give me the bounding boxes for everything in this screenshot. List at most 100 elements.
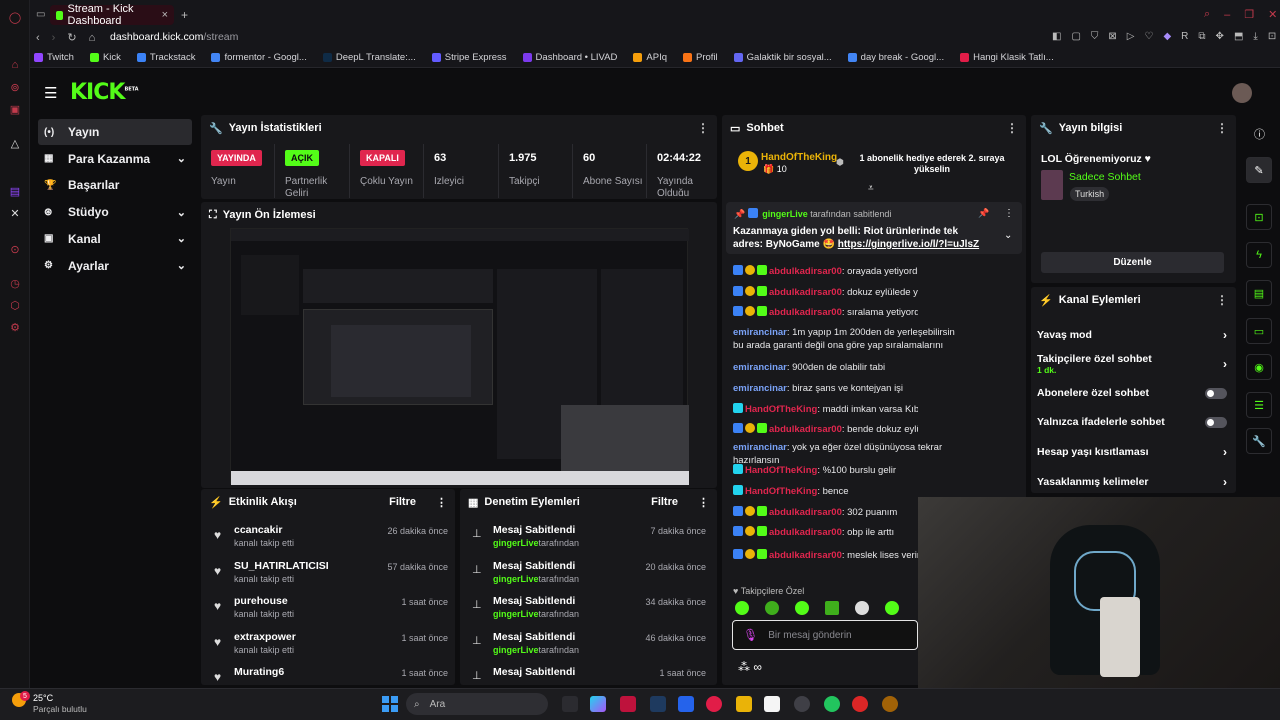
toggle-switch[interactable]: [1205, 387, 1227, 399]
sidebar-home-icon[interactable]: ⌂: [0, 54, 30, 76]
unpin-icon[interactable]: 📌: [978, 208, 989, 219]
emote-5-icon[interactable]: [855, 601, 869, 615]
forward-icon[interactable]: ›: [52, 32, 56, 44]
kick-logo[interactable]: KICKBETA: [70, 80, 139, 105]
bookmark-item[interactable]: Stripe Express: [431, 52, 507, 63]
sidebar-cube-icon[interactable]: ⬡: [0, 294, 30, 316]
heart-icon[interactable]: ♡: [1145, 31, 1154, 42]
channel-actions-menu-icon[interactable]: ⋮: [1216, 293, 1228, 307]
bookmark-item[interactable]: Twitch: [34, 52, 74, 63]
tab-close-icon[interactable]: ×: [162, 9, 168, 21]
rail-preview-icon[interactable]: ⊡: [1246, 204, 1272, 230]
sidebar-clock-icon[interactable]: ◷: [0, 272, 30, 294]
bookmark-item[interactable]: Kick: [89, 52, 121, 63]
sidebar-arrow-icon[interactable]: △: [0, 132, 30, 154]
opera-logo-icon[interactable]: ◯: [0, 6, 30, 28]
channel-action-item[interactable]: Abonelere özel sohbet: [1037, 387, 1227, 399]
extension-2-icon[interactable]: ⧉: [1198, 31, 1205, 42]
pinned-menu-icon[interactable]: ⋮: [1004, 208, 1014, 219]
chat-username[interactable]: abdulkadirsar00: [769, 507, 842, 518]
sidebar-item-1[interactable]: ▦ Para Kazanma ⌄: [38, 146, 192, 172]
channel-action-item[interactable]: Yasaklanmış kelimeler ›: [1037, 475, 1227, 489]
wallet-icon[interactable]: ⊠: [1108, 31, 1116, 42]
channel-action-item[interactable]: Takipçilere özel sohbet 1 dk. ›: [1037, 353, 1227, 375]
stats-menu-icon[interactable]: ⋮: [697, 121, 709, 135]
activity-item[interactable]: ♥ ccancakir kanalı takip etti 26 dakika önc…: [214, 524, 454, 558]
play-icon[interactable]: ▷: [1127, 31, 1135, 42]
r-app-icon[interactable]: [764, 696, 780, 712]
sidebar-camera-icon[interactable]: ⊚: [0, 76, 30, 98]
gifter-name[interactable]: HandOfTheKing: [761, 152, 837, 163]
channel-action-item[interactable]: Yalnızca ifadelerle sohbet: [1037, 416, 1227, 428]
moderation-user[interactable]: gingerLive: [493, 609, 539, 619]
chat-username[interactable]: emirancinar: [733, 327, 787, 338]
info-icon[interactable]: ⓘ: [1254, 126, 1265, 142]
app-red-icon[interactable]: [852, 696, 868, 712]
tab-overview-icon[interactable]: ▭: [36, 9, 45, 20]
sidebar-item-0[interactable]: (•) Yayın: [38, 119, 192, 145]
sidebar-x-icon[interactable]: ✕: [0, 202, 30, 224]
toggle-switch[interactable]: [1205, 416, 1227, 428]
stream-info-menu-icon[interactable]: ⋮: [1216, 121, 1228, 135]
chat-username[interactable]: abdulkadirsar00: [769, 307, 842, 318]
sidebar-player-icon[interactable]: ⊙: [0, 238, 30, 260]
pinned-by-user[interactable]: gingerLive: [762, 209, 808, 219]
rail-edit-icon[interactable]: ✎: [1246, 157, 1272, 183]
emote-3-icon[interactable]: [795, 601, 809, 615]
rail-broadcast-icon[interactable]: ◉: [1246, 354, 1272, 380]
app-gold-icon[interactable]: [882, 696, 898, 712]
activity-item[interactable]: ♥ SU_HATIRLATICISI kanalı takip etti 57 dak…: [214, 560, 454, 594]
hamburger-menu-icon[interactable]: ☰: [44, 84, 57, 102]
extension-r-icon[interactable]: R: [1181, 31, 1188, 42]
spotify-icon[interactable]: [824, 696, 840, 712]
moderation-user[interactable]: gingerLive: [493, 645, 539, 655]
rail-notes-icon[interactable]: ▤: [1246, 280, 1272, 306]
chat-username[interactable]: emirancinar: [733, 383, 787, 394]
avatar[interactable]: [1232, 83, 1252, 103]
chat-username[interactable]: abdulkadirsar00: [769, 287, 842, 298]
sidebar-twitch-icon[interactable]: ▤: [0, 180, 30, 202]
explorer-icon[interactable]: [736, 696, 752, 712]
extension-3-icon[interactable]: ✥: [1216, 31, 1224, 42]
chat-input-field[interactable]: 🎙 Bir mesaj gönderin: [732, 620, 918, 650]
temperature[interactable]: 25°C: [33, 693, 53, 703]
activity-item[interactable]: ♥ extraxpower kanalı takip etti 1 saat önce: [214, 631, 454, 665]
chat-username[interactable]: abdulkadirsar00: [769, 550, 842, 561]
emote-6-icon[interactable]: [885, 601, 899, 615]
bookmark-item[interactable]: day break - Googl...: [847, 52, 944, 63]
url-field[interactable]: dashboard.kick.com/stream: [110, 31, 238, 43]
moderation-user[interactable]: gingerLive: [493, 538, 539, 548]
bookmark-item[interactable]: DeepL Translate:...: [322, 52, 416, 63]
chat-username[interactable]: abdulkadirsar00: [769, 527, 842, 538]
rail-bolt-icon[interactable]: ϟ: [1246, 242, 1272, 268]
moderation-item[interactable]: ⊥ Mesaj Sabitlendi gingerLivetarafından 20 …: [472, 560, 712, 594]
search-tabs-icon[interactable]: ⌕: [1204, 8, 1210, 21]
moderation-filter-button[interactable]: Filtre: [651, 496, 678, 508]
moderation-menu-icon[interactable]: ⋮: [698, 496, 709, 509]
activity-item[interactable]: ♥ Murating6 1 saat önce: [214, 666, 454, 700]
activity-item[interactable]: ♥ purehouse kanalı takip etti 1 saat önce: [214, 595, 454, 629]
chat-username[interactable]: emirancinar: [733, 442, 787, 453]
edit-button[interactable]: Düzenle: [1041, 252, 1224, 273]
moderation-item[interactable]: ⊥ Mesaj Sabitlendi gingerLivetarafından 34 …: [472, 595, 712, 629]
pinned-expand-icon[interactable]: ⌄: [1004, 230, 1012, 241]
rail-wrench-icon[interactable]: 🔧: [1246, 428, 1272, 454]
sidebar-settings-icon[interactable]: ⚙: [0, 316, 30, 338]
sidebar-item-2[interactable]: 🏆 Başarılar: [38, 172, 192, 198]
emote-2-icon[interactable]: [765, 601, 779, 615]
bookmark-item[interactable]: formentor - Googl...: [211, 52, 307, 63]
sidebar-item-5[interactable]: ⚙ Ayarlar ⌄: [38, 253, 192, 279]
close-window-icon[interactable]: ✕: [1268, 8, 1277, 21]
bookmark-item[interactable]: Galaktik bir sosyal...: [733, 52, 832, 63]
chat-username[interactable]: HandOfTheKing: [745, 465, 817, 476]
chat-username[interactable]: HandOfTheKing: [745, 404, 817, 415]
channel-action-item[interactable]: Hesap yaşı kısıtlaması ›: [1037, 445, 1227, 459]
rail-chat-icon[interactable]: ▭: [1246, 318, 1272, 344]
chat-username[interactable]: abdulkadirsar00: [769, 266, 842, 277]
moderation-user[interactable]: gingerLive: [493, 574, 539, 584]
sidebar-item-3[interactable]: ⊛ Stüdyo ⌄: [38, 199, 192, 225]
extension-1-icon[interactable]: ◆: [1163, 31, 1171, 42]
bookmark-item[interactable]: Dashboard • LIVAD: [522, 52, 617, 63]
bookmark-item[interactable]: Profil: [683, 52, 718, 63]
moderation-item[interactable]: ⊥ Mesaj Sabitlendi gingerLivetarafından 7 d…: [472, 524, 712, 558]
